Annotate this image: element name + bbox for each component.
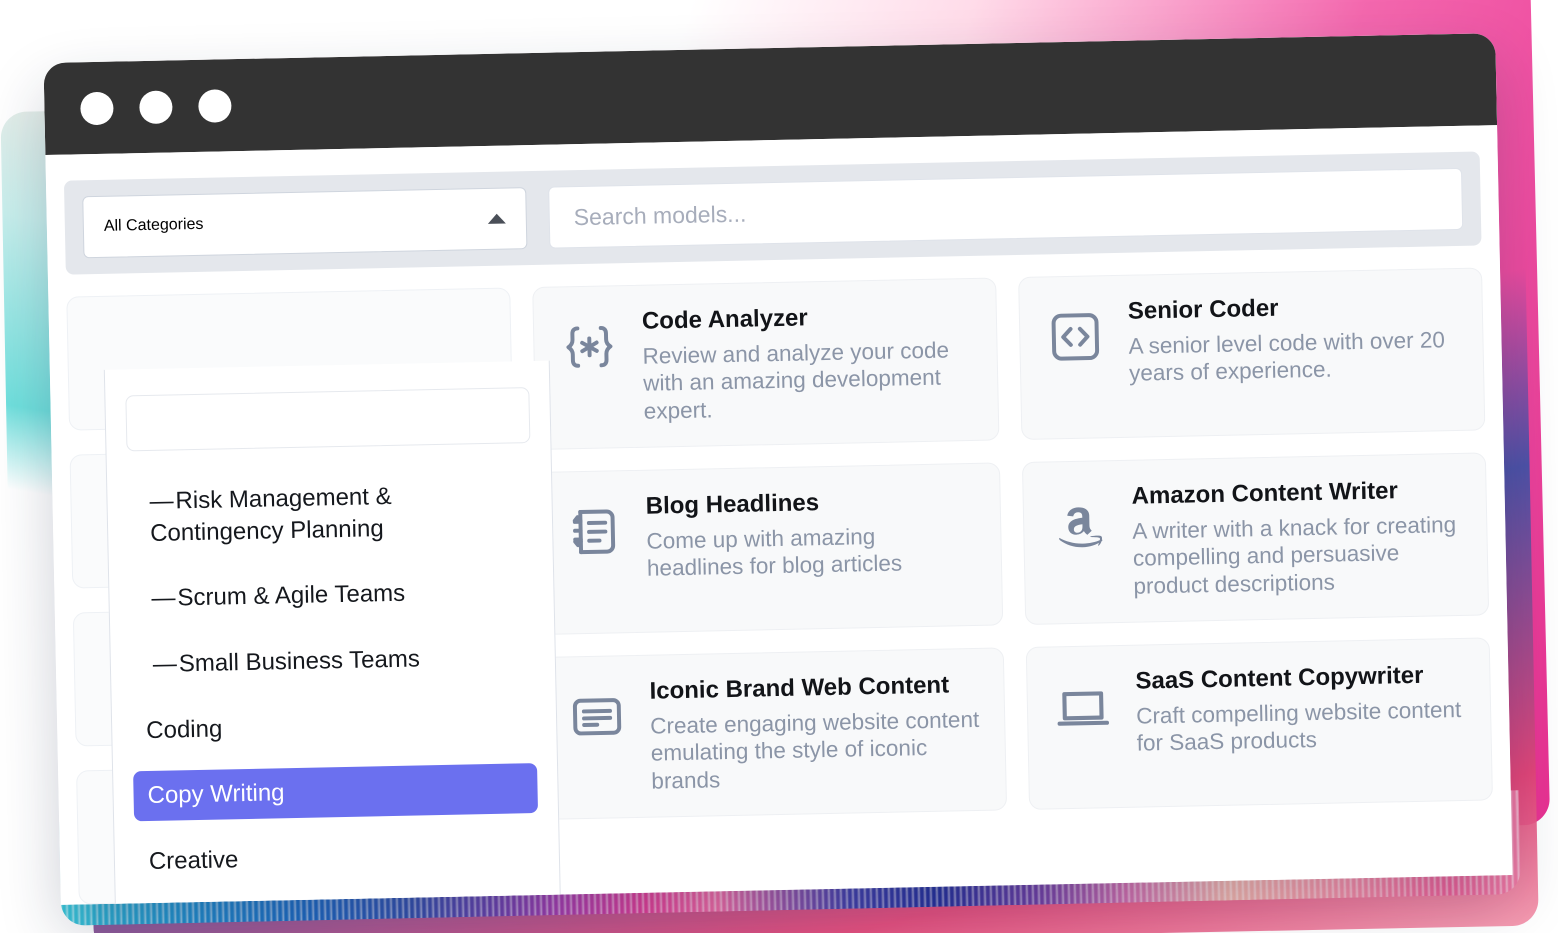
model-card-title: SaaS Content Copywriter	[1135, 661, 1424, 695]
model-card-desc: A writer with a knack for creating compe…	[1132, 511, 1457, 599]
model-card-desc: Create engaging website content emulatin…	[650, 706, 980, 794]
dropdown-item-label: Coding	[145, 715, 223, 744]
dropdown-item-label: Small Business Teams	[178, 645, 421, 678]
window-close-button[interactable]	[80, 91, 114, 125]
model-card-desc: A senior level code with over 20 years o…	[1128, 327, 1446, 386]
model-cards-grid: Code Analyzer Review and analyze your co…	[532, 267, 1494, 894]
dash-icon: —	[149, 487, 174, 515]
category-filter-input[interactable]	[125, 387, 531, 452]
model-card-desc: Come up with amazing headlines for blog …	[646, 523, 903, 582]
dash-icon: —	[151, 584, 176, 613]
notebook-list-icon	[561, 493, 624, 560]
model-card[interactable]: Amazon Content Writer A writer with a kn…	[1021, 452, 1490, 626]
model-card[interactable]: Code Analyzer Review and analyze your co…	[532, 277, 1000, 451]
search-input[interactable]	[571, 184, 1440, 232]
dropdown-item-label: Risk Management & Contingency Planning	[149, 482, 392, 547]
model-card[interactable]: Iconic Brand Web Content Create engaging…	[539, 647, 1008, 821]
window-maximize-button[interactable]	[198, 88, 232, 123]
braces-asterisk-icon	[558, 308, 621, 375]
dash-icon: —	[152, 650, 178, 678]
window-minimize-button[interactable]	[139, 89, 173, 124]
browser-window: All Categories Search models... Code Ana…	[43, 33, 1513, 905]
model-card[interactable]: SaaS Content Copywriter Craft compelling…	[1025, 637, 1493, 811]
model-card-text: Code Analyzer Review and analyze your co…	[642, 301, 974, 425]
model-card-text: Blog Headlines Come up with amazing head…	[645, 486, 977, 582]
page-viewport: All Categories Search models... Code Ana…	[45, 125, 1513, 905]
code-brackets-icon	[1044, 298, 1107, 365]
mockup-stage: All Categories Search models... Code Ana…	[0, 0, 1558, 933]
model-card-desc: Review and analyze your code with an ama…	[642, 337, 950, 424]
dropdown-item-copy-writing[interactable]: Copy Writing	[133, 763, 539, 822]
category-select[interactable]: All Categories	[82, 187, 528, 259]
model-card-text: SaaS Content Copywriter Craft compelling…	[1135, 661, 1467, 757]
category-dropdown-panel: —Risk Management & Contingency Planning …	[103, 360, 565, 905]
model-card-text: Iconic Brand Web Content Create engaging…	[649, 671, 981, 795]
model-card-text: Amazon Content Writer A writer with a kn…	[1131, 476, 1463, 600]
category-select-wrap: All Categories	[82, 187, 528, 259]
article-card-icon	[565, 678, 628, 745]
model-card[interactable]: Senior Coder A senior level code with ov…	[1018, 267, 1486, 441]
dropdown-item-label: Creative	[148, 846, 239, 876]
amazon-logo-icon	[1047, 483, 1110, 556]
search-models-box[interactable]	[548, 167, 1464, 249]
dropdown-item-small-business-teams[interactable]: —Small Business Teams	[130, 632, 535, 690]
category-select-label: All Categories	[103, 215, 204, 235]
model-card-text: Senior Coder A senior level code with ov…	[1128, 291, 1460, 387]
laptop-icon	[1051, 668, 1114, 737]
model-card-title: Senior Coder	[1127, 294, 1279, 325]
content-area: Code Analyzer Review and analyze your co…	[66, 245, 1495, 905]
dropdown-item-creative[interactable]: Creative	[134, 829, 539, 887]
chevron-up-icon	[487, 213, 506, 224]
dropdown-item-coding[interactable]: Coding	[132, 698, 537, 756]
dropdown-item-label: Scrum & Agile Teams	[177, 580, 406, 612]
dropdown-item-label: Copy Writing	[147, 779, 285, 810]
dropdown-item-risk-management[interactable]: —Risk Management & Contingency Planning	[127, 469, 533, 559]
model-card-title: Iconic Brand Web Content	[649, 671, 950, 705]
dropdown-item-scrum-agile-teams[interactable]: —Scrum & Agile Teams	[129, 566, 534, 624]
model-card[interactable]: Blog Headlines Come up with amazing head…	[536, 462, 1004, 636]
model-card-title: Blog Headlines	[645, 489, 820, 520]
model-card-desc: Craft compelling website content for Saa…	[1135, 696, 1462, 757]
model-card-title: Amazon Content Writer	[1131, 477, 1399, 510]
model-card-title: Code Analyzer	[641, 304, 808, 335]
